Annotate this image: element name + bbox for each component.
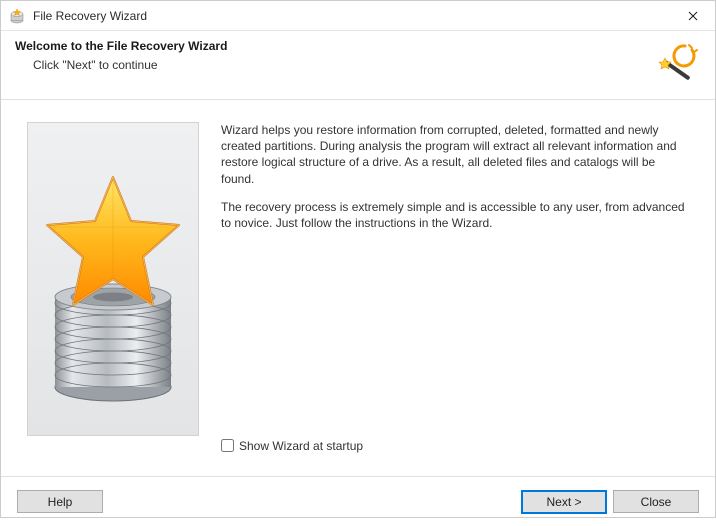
page-heading: Welcome to the File Recovery Wizard [15,39,653,53]
content-area: Wizard helps you restore information fro… [1,100,715,476]
next-button[interactable]: Next > [521,490,607,514]
side-illustration [27,122,199,436]
app-icon [9,8,25,24]
help-button[interactable]: Help [17,490,103,513]
magic-wand-icon [653,39,701,87]
body-text-block: Wizard helps you restore information fro… [221,122,689,458]
close-button[interactable] [670,1,715,31]
page-subheading: Click "Next" to continue [15,58,653,72]
close-footer-button[interactable]: Close [613,490,699,513]
show-at-startup-row: Show Wizard at startup [221,438,689,458]
wizard-header: Welcome to the File Recovery Wizard Clic… [1,31,715,99]
window-title: File Recovery Wizard [33,9,670,23]
show-at-startup-label[interactable]: Show Wizard at startup [239,438,363,454]
show-at-startup-checkbox[interactable] [221,439,234,452]
titlebar: File Recovery Wizard [1,1,715,31]
header-text-block: Welcome to the File Recovery Wizard Clic… [15,39,653,72]
footer-bar: Help Next > Close [1,476,715,526]
intro-paragraph-1: Wizard helps you restore information fro… [221,122,689,187]
intro-paragraph-2: The recovery process is extremely simple… [221,199,689,231]
